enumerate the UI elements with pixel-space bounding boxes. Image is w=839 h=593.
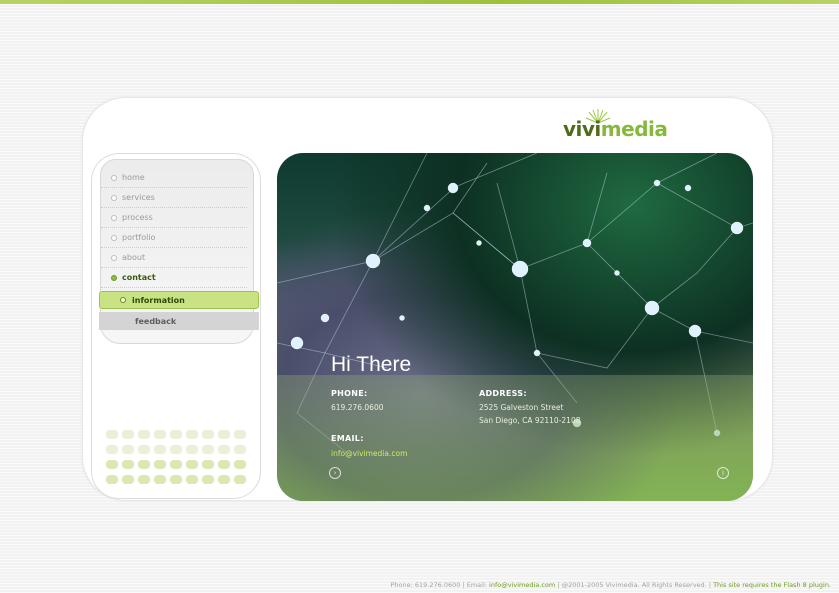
phone-value: 619.276.0600 — [331, 403, 384, 412]
nav-list: home services process portfolio about co… — [101, 168, 255, 288]
footer-phone: Phone: 619.276.0600 — [390, 581, 461, 589]
nav-item-label: home — [122, 172, 145, 182]
address-label: ADDRESS: — [479, 389, 527, 398]
bullet-icon — [111, 274, 117, 281]
subnav-item-feedback[interactable]: feedback — [99, 312, 259, 330]
logo-text: vivimedia — [563, 117, 668, 141]
decorative-dot-grid — [106, 430, 248, 488]
bullet-icon — [111, 234, 117, 241]
subnav-item-label: feedback — [135, 316, 177, 326]
subnav-item-information[interactable]: information — [99, 291, 259, 309]
nav-item-home[interactable]: home — [101, 168, 247, 188]
bullet-icon — [120, 297, 126, 303]
nav-item-label: process — [122, 212, 153, 222]
bullet-icon — [111, 214, 117, 221]
nav-item-contact[interactable]: contact — [101, 268, 247, 288]
footer-email-link[interactable]: info@vivimedia.com — [489, 581, 555, 589]
subnav-item-label: information — [132, 295, 185, 305]
bullet-icon — [111, 174, 117, 181]
hero-title: Hi There — [331, 353, 412, 376]
logo-text-vivi: vivi — [563, 117, 601, 141]
nav-item-label: contact — [122, 272, 156, 282]
nav-item-label: portfolio — [122, 232, 156, 242]
nav-item-about[interactable]: about — [101, 248, 247, 268]
bullet-icon — [111, 254, 117, 261]
address-line-1: 2525 Galveston Street — [479, 403, 564, 412]
bullet-icon — [111, 194, 117, 201]
logo-text-media: media — [600, 117, 668, 141]
nav-menu: home services process portfolio about co… — [99, 159, 259, 344]
nav-item-label: services — [122, 192, 155, 202]
address-line-2: San Diego, CA 92110-2108 — [479, 416, 581, 425]
footer: Phone: 619.276.0600 | Email: info@vivime… — [390, 581, 831, 589]
info-icon[interactable]: i — [717, 467, 729, 479]
sidebar: home services process portfolio about co… — [91, 153, 261, 499]
nav-item-process[interactable]: process — [101, 208, 247, 228]
nav-item-services[interactable]: services — [101, 188, 247, 208]
footer-copyright: @2001-2005 Vivimedia. All Rights Reserve… — [561, 581, 707, 589]
hero-banner: Hi There PHONE: 619.276.0600 ADDRESS: 25… — [277, 153, 753, 501]
phone-label: PHONE: — [331, 389, 368, 398]
email-label: EMAIL: — [331, 434, 364, 443]
footer-email-prefix: Email: — [466, 581, 487, 589]
play-icon[interactable]: › — [329, 467, 341, 479]
footer-flash-note[interactable]: This site requires the Flash 8 plugin. — [713, 581, 831, 589]
vivimedia-logo[interactable]: vivimedia — [563, 107, 703, 141]
nav-item-label: about — [122, 252, 146, 262]
nav-item-portfolio[interactable]: portfolio — [101, 228, 247, 248]
email-link[interactable]: info@vivimedia.com — [331, 449, 407, 458]
